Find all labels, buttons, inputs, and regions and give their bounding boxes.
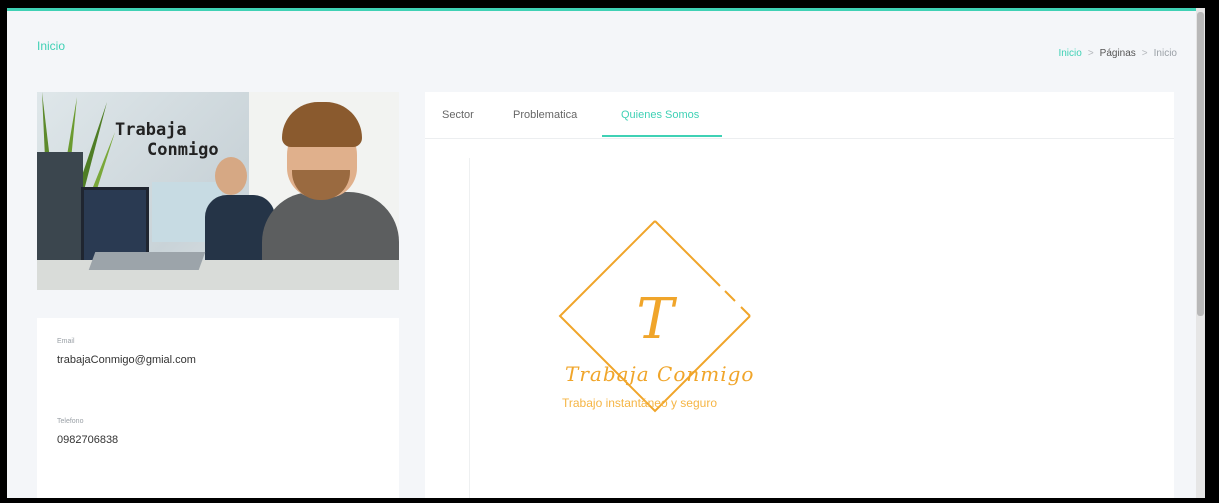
- breadcrumb-separator: >: [1141, 48, 1148, 59]
- top-accent-bar: [7, 8, 1205, 11]
- banner-image: Trabaja Conmigo: [37, 92, 399, 290]
- about-card: Sector Problematica Quienes Somos T Trab…: [425, 92, 1174, 498]
- banner-title: Trabaja Conmigo: [115, 120, 219, 160]
- breadcrumb-separator: >: [1087, 48, 1094, 59]
- contact-info-card: Email trabajaConmigo@gmial.com Telefono …: [37, 318, 399, 498]
- breadcrumb-current: Inicio: [1153, 48, 1177, 59]
- app-frame: Inicio Inicio > Páginas > Inicio Trabaja…: [7, 8, 1205, 498]
- email-value: trabajaConmigo@gmial.com: [57, 354, 196, 366]
- content-divider: [469, 158, 470, 498]
- trabaja-conmigo-logo-icon: T: [558, 220, 751, 413]
- banner-title-line1: Trabaja: [115, 120, 187, 140]
- breadcrumb: Inicio > Páginas > Inicio: [1058, 48, 1177, 59]
- email-label: Email: [57, 338, 75, 345]
- page-scrollbar[interactable]: [1196, 8, 1205, 498]
- tab-sector[interactable]: Sector: [442, 109, 474, 121]
- breadcrumb-pages[interactable]: Páginas: [1100, 48, 1136, 59]
- logo-tagline: Trabajo instantáneo y seguro: [562, 396, 717, 410]
- logo-letter: T: [636, 287, 677, 352]
- tab-problematica[interactable]: Problematica: [513, 109, 577, 121]
- phone-value: 0982706838: [57, 434, 119, 446]
- breadcrumb-home-link[interactable]: Inicio: [1058, 48, 1081, 59]
- tab-bar: Sector Problematica Quienes Somos: [425, 92, 1174, 139]
- page-title: Inicio: [37, 39, 66, 53]
- logo-name: Trabaja Conmigo: [565, 362, 755, 386]
- scrollbar-thumb[interactable]: [1197, 12, 1204, 316]
- active-tab-indicator: [602, 135, 722, 137]
- banner-title-line2: Conmigo: [147, 140, 219, 160]
- phone-label: Telefono: [57, 418, 84, 425]
- tab-quienes-somos[interactable]: Quienes Somos: [621, 109, 699, 121]
